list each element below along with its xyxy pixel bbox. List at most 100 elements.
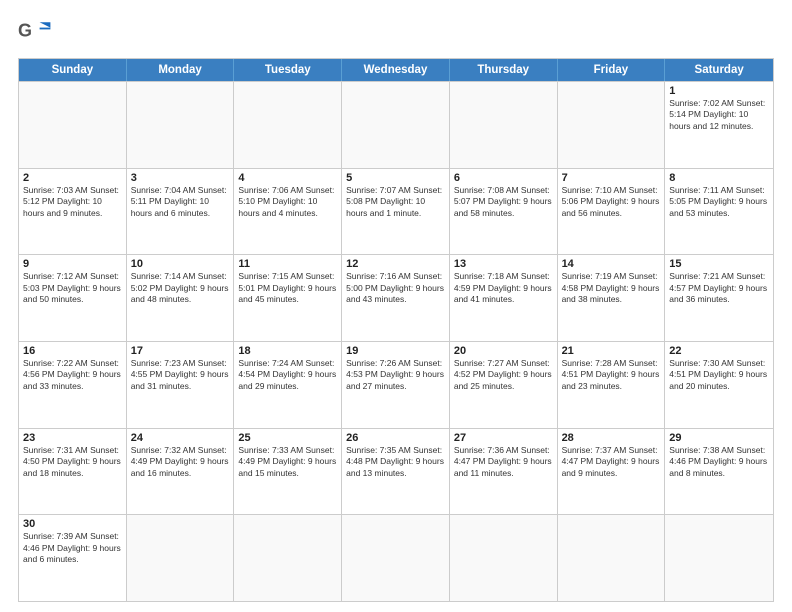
day-number: 28 <box>562 432 661 444</box>
calendar-cell: 1Sunrise: 7:02 AM Sunset: 5:14 PM Daylig… <box>665 82 773 168</box>
calendar-cell: 17Sunrise: 7:23 AM Sunset: 4:55 PM Dayli… <box>127 342 235 428</box>
day-number: 24 <box>131 432 230 444</box>
calendar-cell: 22Sunrise: 7:30 AM Sunset: 4:51 PM Dayli… <box>665 342 773 428</box>
calendar: SundayMondayTuesdayWednesdayThursdayFrid… <box>18 58 774 602</box>
calendar-cell: 4Sunrise: 7:06 AM Sunset: 5:10 PM Daylig… <box>234 169 342 255</box>
day-number: 16 <box>23 345 122 357</box>
calendar-row: 30Sunrise: 7:39 AM Sunset: 4:46 PM Dayli… <box>19 514 773 601</box>
day-info: Sunrise: 7:22 AM Sunset: 4:56 PM Dayligh… <box>23 358 122 392</box>
calendar-cell: 13Sunrise: 7:18 AM Sunset: 4:59 PM Dayli… <box>450 255 558 341</box>
calendar-cell: 11Sunrise: 7:15 AM Sunset: 5:01 PM Dayli… <box>234 255 342 341</box>
logo-icon: G <box>18 18 54 48</box>
calendar-cell: 25Sunrise: 7:33 AM Sunset: 4:49 PM Dayli… <box>234 429 342 515</box>
day-number: 2 <box>23 172 122 184</box>
day-info: Sunrise: 7:21 AM Sunset: 4:57 PM Dayligh… <box>669 271 769 305</box>
calendar-cell: 29Sunrise: 7:38 AM Sunset: 4:46 PM Dayli… <box>665 429 773 515</box>
calendar-cell: 16Sunrise: 7:22 AM Sunset: 4:56 PM Dayli… <box>19 342 127 428</box>
day-info: Sunrise: 7:37 AM Sunset: 4:47 PM Dayligh… <box>562 445 661 479</box>
calendar-cell: 26Sunrise: 7:35 AM Sunset: 4:48 PM Dayli… <box>342 429 450 515</box>
calendar-row: 2Sunrise: 7:03 AM Sunset: 5:12 PM Daylig… <box>19 168 773 255</box>
day-number: 23 <box>23 432 122 444</box>
calendar-cell <box>450 515 558 601</box>
calendar-cell: 10Sunrise: 7:14 AM Sunset: 5:02 PM Dayli… <box>127 255 235 341</box>
day-number: 7 <box>562 172 661 184</box>
day-info: Sunrise: 7:08 AM Sunset: 5:07 PM Dayligh… <box>454 185 553 219</box>
day-info: Sunrise: 7:12 AM Sunset: 5:03 PM Dayligh… <box>23 271 122 305</box>
day-info: Sunrise: 7:26 AM Sunset: 4:53 PM Dayligh… <box>346 358 445 392</box>
calendar-cell <box>127 82 235 168</box>
calendar-cell: 24Sunrise: 7:32 AM Sunset: 4:49 PM Dayli… <box>127 429 235 515</box>
calendar-cell <box>342 515 450 601</box>
day-number: 13 <box>454 258 553 270</box>
day-number: 26 <box>346 432 445 444</box>
day-number: 11 <box>238 258 337 270</box>
day-info: Sunrise: 7:38 AM Sunset: 4:46 PM Dayligh… <box>669 445 769 479</box>
day-info: Sunrise: 7:14 AM Sunset: 5:02 PM Dayligh… <box>131 271 230 305</box>
calendar-cell: 23Sunrise: 7:31 AM Sunset: 4:50 PM Dayli… <box>19 429 127 515</box>
day-number: 21 <box>562 345 661 357</box>
calendar-cell: 8Sunrise: 7:11 AM Sunset: 5:05 PM Daylig… <box>665 169 773 255</box>
day-number: 18 <box>238 345 337 357</box>
calendar-cell: 3Sunrise: 7:04 AM Sunset: 5:11 PM Daylig… <box>127 169 235 255</box>
weekday-header: Saturday <box>665 59 773 81</box>
calendar-cell <box>19 82 127 168</box>
calendar-cell: 14Sunrise: 7:19 AM Sunset: 4:58 PM Dayli… <box>558 255 666 341</box>
day-info: Sunrise: 7:23 AM Sunset: 4:55 PM Dayligh… <box>131 358 230 392</box>
day-number: 17 <box>131 345 230 357</box>
day-number: 22 <box>669 345 769 357</box>
calendar-cell: 5Sunrise: 7:07 AM Sunset: 5:08 PM Daylig… <box>342 169 450 255</box>
day-number: 15 <box>669 258 769 270</box>
day-info: Sunrise: 7:39 AM Sunset: 4:46 PM Dayligh… <box>23 531 122 565</box>
day-info: Sunrise: 7:06 AM Sunset: 5:10 PM Dayligh… <box>238 185 337 219</box>
weekday-header: Tuesday <box>234 59 342 81</box>
calendar-cell: 15Sunrise: 7:21 AM Sunset: 4:57 PM Dayli… <box>665 255 773 341</box>
calendar-cell <box>234 515 342 601</box>
day-number: 8 <box>669 172 769 184</box>
calendar-cell: 28Sunrise: 7:37 AM Sunset: 4:47 PM Dayli… <box>558 429 666 515</box>
day-number: 3 <box>131 172 230 184</box>
calendar-cell: 6Sunrise: 7:08 AM Sunset: 5:07 PM Daylig… <box>450 169 558 255</box>
calendar-cell: 20Sunrise: 7:27 AM Sunset: 4:52 PM Dayli… <box>450 342 558 428</box>
calendar-cell <box>558 515 666 601</box>
page: G SundayMondayTuesdayWednesdayThursdayFr… <box>0 0 792 612</box>
day-info: Sunrise: 7:07 AM Sunset: 5:08 PM Dayligh… <box>346 185 445 219</box>
day-info: Sunrise: 7:15 AM Sunset: 5:01 PM Dayligh… <box>238 271 337 305</box>
day-info: Sunrise: 7:35 AM Sunset: 4:48 PM Dayligh… <box>346 445 445 479</box>
day-number: 20 <box>454 345 553 357</box>
day-info: Sunrise: 7:19 AM Sunset: 4:58 PM Dayligh… <box>562 271 661 305</box>
day-info: Sunrise: 7:10 AM Sunset: 5:06 PM Dayligh… <box>562 185 661 219</box>
calendar-cell <box>558 82 666 168</box>
calendar-row: 23Sunrise: 7:31 AM Sunset: 4:50 PM Dayli… <box>19 428 773 515</box>
day-info: Sunrise: 7:31 AM Sunset: 4:50 PM Dayligh… <box>23 445 122 479</box>
day-number: 29 <box>669 432 769 444</box>
day-number: 9 <box>23 258 122 270</box>
day-number: 25 <box>238 432 337 444</box>
calendar-row: 16Sunrise: 7:22 AM Sunset: 4:56 PM Dayli… <box>19 341 773 428</box>
logo: G <box>18 18 62 48</box>
day-number: 14 <box>562 258 661 270</box>
day-info: Sunrise: 7:36 AM Sunset: 4:47 PM Dayligh… <box>454 445 553 479</box>
weekday-header: Thursday <box>450 59 558 81</box>
weekday-header: Monday <box>127 59 235 81</box>
calendar-cell <box>234 82 342 168</box>
day-info: Sunrise: 7:28 AM Sunset: 4:51 PM Dayligh… <box>562 358 661 392</box>
calendar-cell: 18Sunrise: 7:24 AM Sunset: 4:54 PM Dayli… <box>234 342 342 428</box>
calendar-cell <box>450 82 558 168</box>
calendar-cell: 30Sunrise: 7:39 AM Sunset: 4:46 PM Dayli… <box>19 515 127 601</box>
day-info: Sunrise: 7:27 AM Sunset: 4:52 PM Dayligh… <box>454 358 553 392</box>
day-info: Sunrise: 7:33 AM Sunset: 4:49 PM Dayligh… <box>238 445 337 479</box>
day-number: 10 <box>131 258 230 270</box>
day-number: 27 <box>454 432 553 444</box>
svg-text:G: G <box>18 21 32 41</box>
day-info: Sunrise: 7:02 AM Sunset: 5:14 PM Dayligh… <box>669 98 769 132</box>
day-number: 4 <box>238 172 337 184</box>
calendar-cell <box>342 82 450 168</box>
day-info: Sunrise: 7:16 AM Sunset: 5:00 PM Dayligh… <box>346 271 445 305</box>
calendar-body: 1Sunrise: 7:02 AM Sunset: 5:14 PM Daylig… <box>19 81 773 601</box>
calendar-header: SundayMondayTuesdayWednesdayThursdayFrid… <box>19 59 773 81</box>
calendar-row: 9Sunrise: 7:12 AM Sunset: 5:03 PM Daylig… <box>19 254 773 341</box>
calendar-cell: 27Sunrise: 7:36 AM Sunset: 4:47 PM Dayli… <box>450 429 558 515</box>
day-info: Sunrise: 7:04 AM Sunset: 5:11 PM Dayligh… <box>131 185 230 219</box>
day-number: 1 <box>669 85 769 97</box>
day-info: Sunrise: 7:32 AM Sunset: 4:49 PM Dayligh… <box>131 445 230 479</box>
